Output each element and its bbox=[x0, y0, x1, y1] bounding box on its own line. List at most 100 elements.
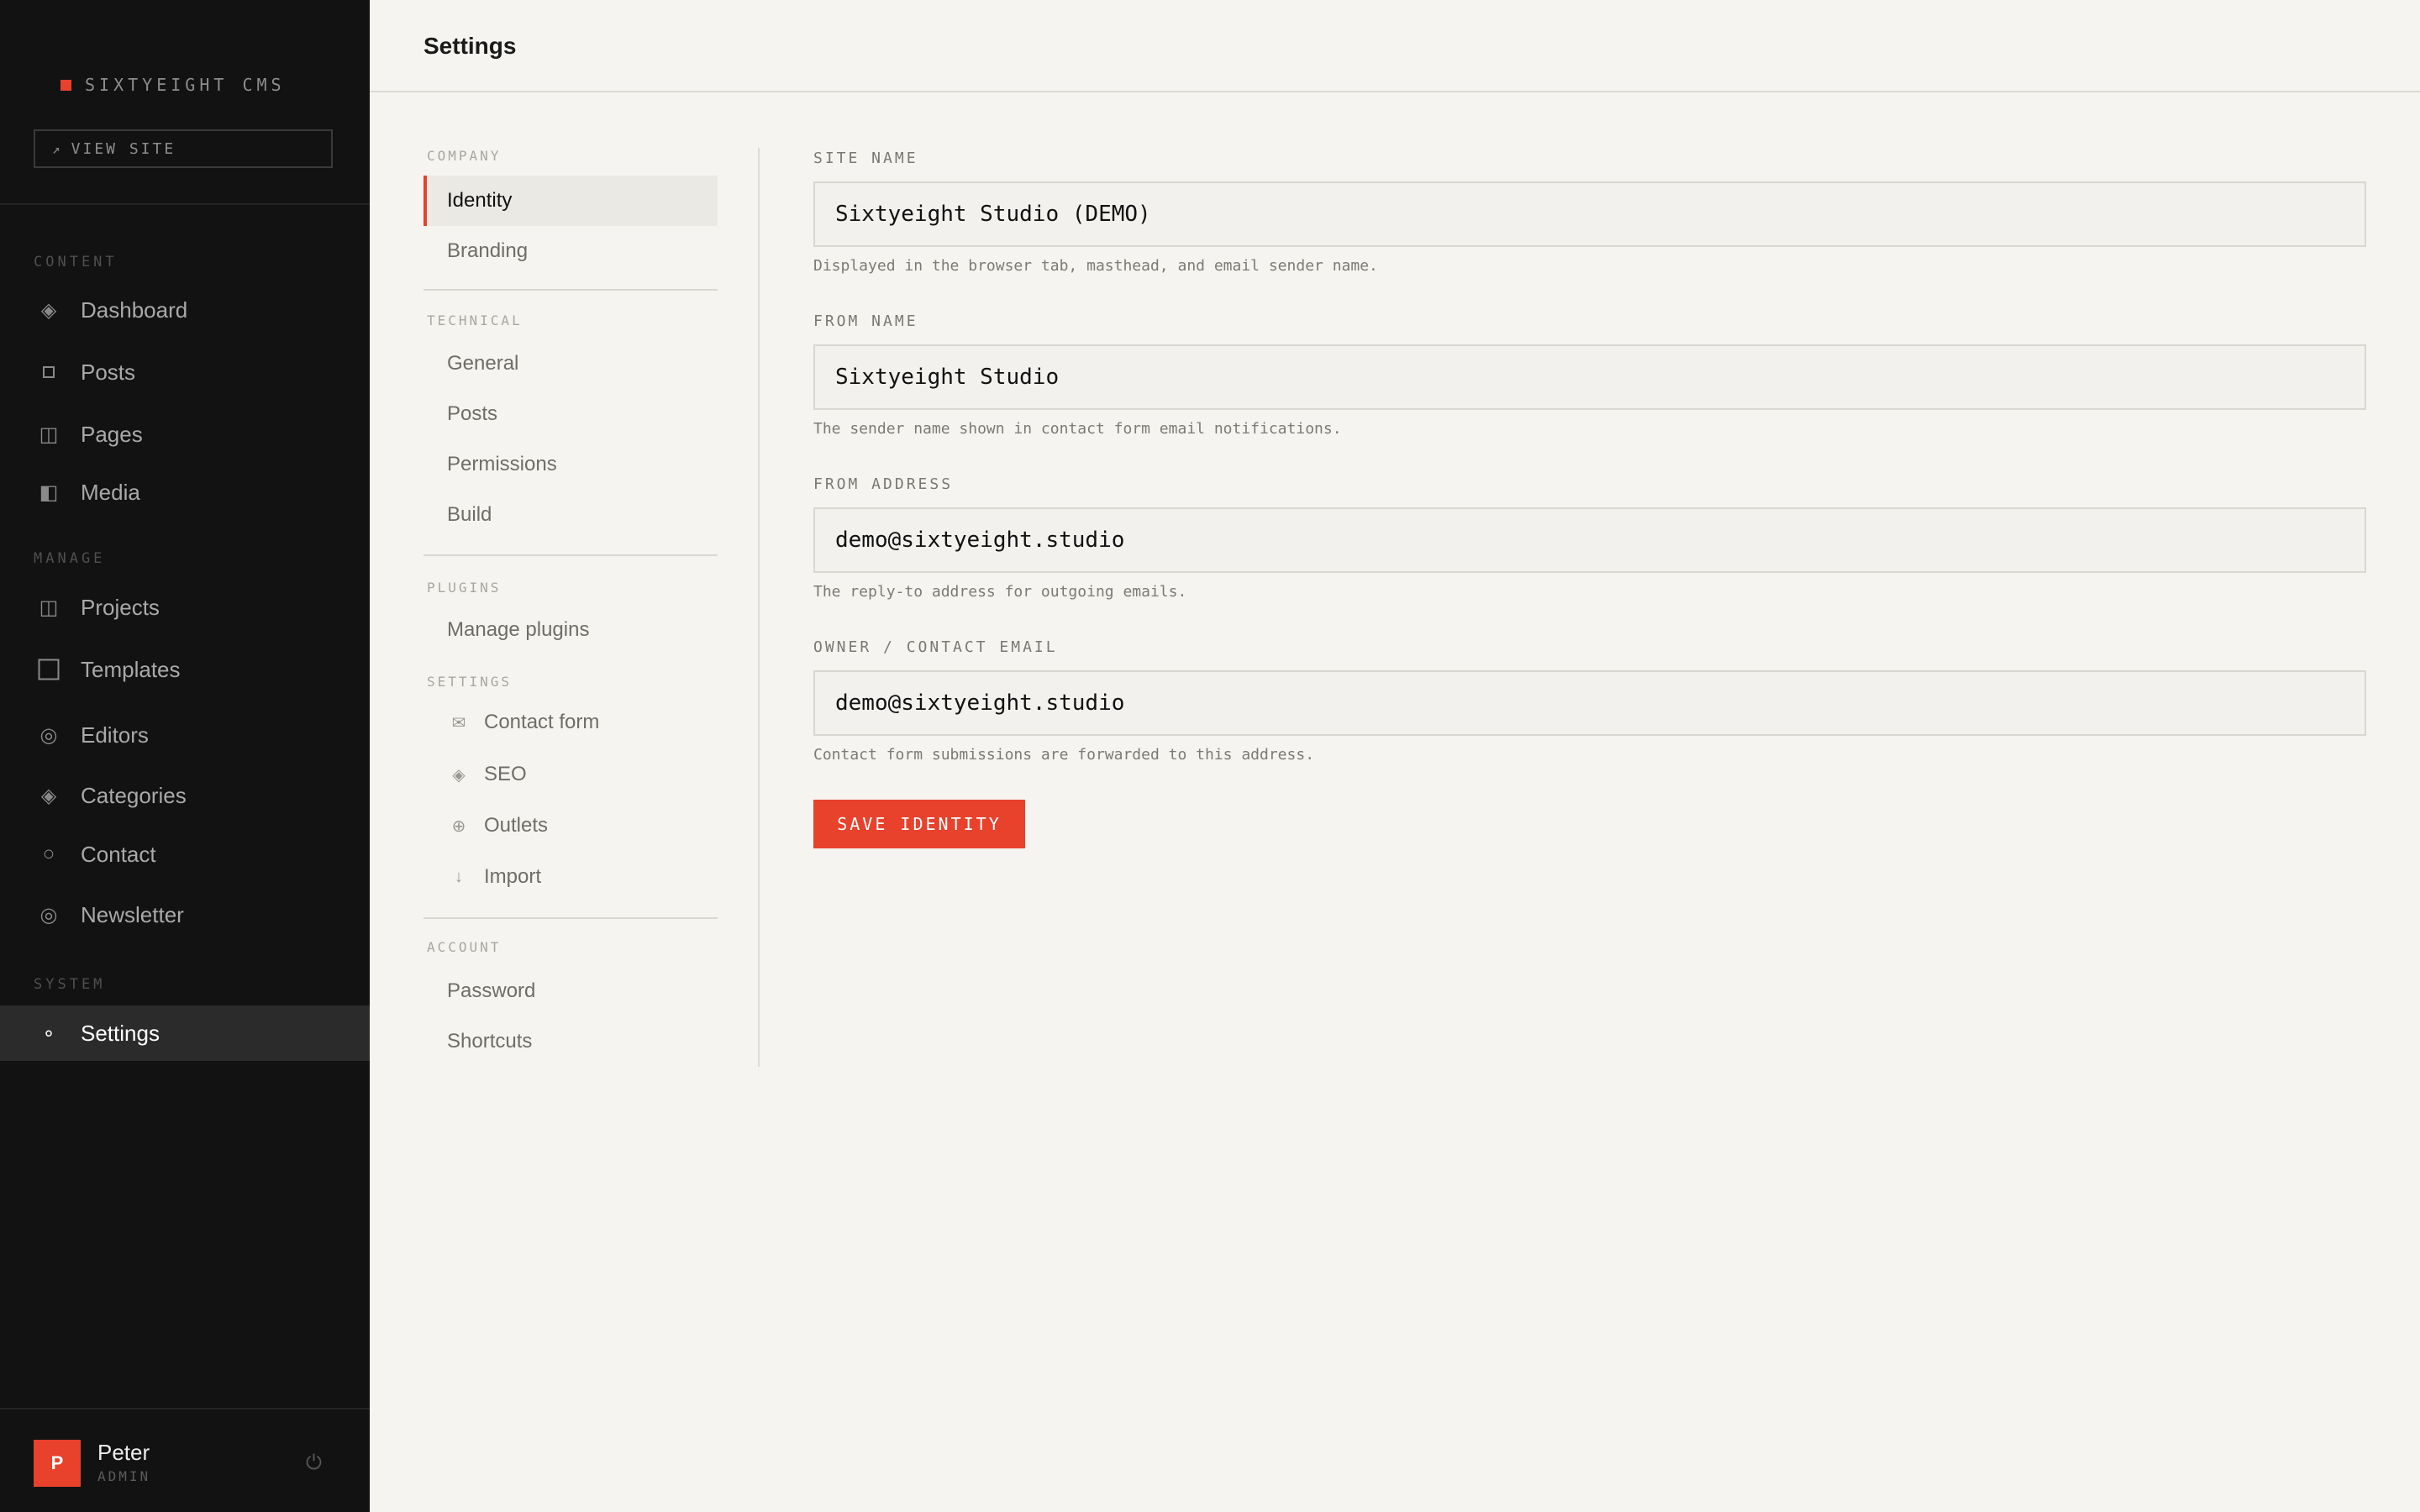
subnav-item-label: Contact form bbox=[484, 711, 600, 733]
subnav-section-company: COMPANY bbox=[427, 148, 502, 164]
sidebar-item-contact[interactable]: ○ Contact bbox=[0, 827, 370, 882]
from-address-input[interactable] bbox=[813, 507, 2366, 573]
sidebar-item-settings[interactable]: ∘ Settings bbox=[0, 1005, 370, 1061]
site-name-input[interactable] bbox=[813, 181, 2366, 247]
sidebar-item-label: Contact bbox=[81, 841, 156, 867]
subnav-item-label: Permissions bbox=[447, 453, 557, 475]
subnav-item-seo[interactable]: ◈ SEO bbox=[424, 749, 718, 800]
topbar: Settings bbox=[370, 0, 2420, 92]
subnav-item-permissions[interactable]: Permissions bbox=[424, 439, 718, 490]
subnav-separator bbox=[758, 148, 760, 1067]
user-role: ADMIN bbox=[97, 1468, 151, 1484]
sidebar-item-categories[interactable]: ◈ Categories bbox=[0, 768, 370, 823]
subnav-divider bbox=[424, 917, 718, 919]
view-site-button[interactable]: ↗ VIEW SITE bbox=[34, 129, 333, 168]
owner-email-input[interactable] bbox=[813, 670, 2366, 736]
subnav-divider bbox=[424, 554, 718, 556]
power-icon[interactable]: ⏻ bbox=[306, 1452, 322, 1475]
subnav-item-identity[interactable]: Identity bbox=[424, 176, 718, 226]
subnav-section-settings: SETTINGS bbox=[427, 674, 513, 690]
subnav-item-manage-plugins[interactable]: Manage plugins bbox=[424, 605, 718, 655]
from-name-label: FROM NAME bbox=[813, 312, 918, 330]
sidebar-item-templates[interactable]: Templates bbox=[0, 642, 370, 697]
sidebar-item-label: Media bbox=[81, 479, 140, 505]
sidebar-item-label: Templates bbox=[81, 656, 181, 682]
sidebar-section-manage: MANAGE bbox=[34, 550, 106, 567]
subnav-item-label: Branding bbox=[447, 239, 529, 262]
subnav-item-outlets[interactable]: ⊕ Outlets bbox=[424, 801, 718, 851]
sidebar-section-system: SYSTEM bbox=[34, 976, 106, 993]
avatar[interactable]: P bbox=[34, 1440, 81, 1487]
user-profile: P Peter ADMIN ⏻ bbox=[0, 1408, 370, 1512]
sidebar-divider bbox=[0, 203, 370, 205]
sidebar-item-label: Pages bbox=[81, 421, 143, 447]
subnav-item-label: Manage plugins bbox=[447, 618, 590, 641]
brand[interactable]: SIXTYEIGHT CMS bbox=[60, 75, 286, 95]
globe-icon: ⊕ bbox=[451, 816, 466, 836]
subnav-item-label: Import bbox=[484, 865, 542, 888]
sidebar-item-dashboard[interactable]: ◈ Dashboard bbox=[0, 282, 370, 338]
sidebar-item-label: Projects bbox=[81, 594, 160, 620]
subnav-section-account: ACCOUNT bbox=[427, 939, 502, 955]
sidebar-item-posts[interactable]: Posts bbox=[0, 344, 370, 400]
columns-icon: ◫ bbox=[39, 423, 59, 446]
subnav-item-label: SEO bbox=[484, 763, 527, 785]
target-icon: ◎ bbox=[39, 903, 58, 927]
sidebar-item-label: Posts bbox=[81, 359, 136, 385]
sidebar-item-label: Categories bbox=[81, 782, 187, 808]
envelope-icon: ✉ bbox=[451, 713, 466, 732]
site-name-help: Displayed in the browser tab, masthead, … bbox=[813, 257, 1378, 275]
subnav-item-label: General bbox=[447, 352, 519, 375]
sidebar-item-projects[interactable]: ◫ Projects bbox=[0, 580, 370, 635]
sidebar-item-pages[interactable]: ◫ Pages bbox=[0, 407, 370, 462]
sidebar-item-label: Dashboard bbox=[81, 297, 188, 323]
subnav-item-contact-form[interactable]: ✉ Contact form bbox=[424, 697, 718, 748]
subnav-item-label: Password bbox=[447, 979, 536, 1002]
sidebar-item-label: Settings bbox=[81, 1020, 160, 1046]
from-name-input[interactable] bbox=[813, 344, 2366, 410]
subnav-item-label: Outlets bbox=[484, 814, 549, 837]
target-icon: ◎ bbox=[39, 723, 58, 747]
subnav-item-label: Identity bbox=[447, 189, 513, 212]
subnav-item-import[interactable]: ↓ Import bbox=[424, 852, 718, 902]
square-icon bbox=[34, 365, 64, 379]
owner-email-label: OWNER / CONTACT EMAIL bbox=[813, 638, 1058, 656]
circle-icon: ○ bbox=[42, 843, 55, 865]
half-square-icon: ◧ bbox=[39, 480, 59, 504]
from-address-label: FROM ADDRESS bbox=[813, 475, 954, 493]
subnav-item-password[interactable]: Password bbox=[424, 966, 718, 1016]
subnav-item-label: Posts bbox=[447, 402, 498, 425]
sidebar-item-newsletter[interactable]: ◎ Newsletter bbox=[0, 887, 370, 942]
subnav-item-posts[interactable]: Posts bbox=[424, 389, 718, 439]
save-identity-button[interactable]: SAVE IDENTITY bbox=[813, 800, 1025, 848]
diamond-icon: ◈ bbox=[40, 298, 57, 322]
sidebar-item-media[interactable]: ◧ Media bbox=[0, 465, 370, 520]
sidebar-item-label: Newsletter bbox=[81, 901, 184, 927]
subnav-section-plugins: PLUGINS bbox=[427, 580, 502, 596]
subnav-item-general[interactable]: General bbox=[424, 339, 718, 389]
subnav-item-label: Build bbox=[447, 503, 492, 526]
subnav-divider bbox=[424, 289, 718, 291]
square-outline-icon bbox=[34, 659, 64, 680]
external-link-icon: ↗ bbox=[52, 140, 63, 157]
page-title: Settings bbox=[424, 33, 517, 59]
brand-logo-icon bbox=[60, 79, 71, 91]
sidebar-item-editors[interactable]: ◎ Editors bbox=[0, 707, 370, 763]
arrow-down-icon: ↓ bbox=[455, 867, 463, 886]
user-name: Peter bbox=[97, 1440, 150, 1465]
columns-icon: ◫ bbox=[39, 596, 59, 619]
subnav-item-shortcuts[interactable]: Shortcuts bbox=[424, 1016, 718, 1067]
sidebar-item-label: Editors bbox=[81, 722, 149, 748]
from-name-help: The sender name shown in contact form em… bbox=[813, 420, 1342, 438]
diamond-icon: ◈ bbox=[452, 765, 466, 785]
owner-email-help: Contact form submissions are forwarded t… bbox=[813, 746, 1315, 764]
subnav-item-branding[interactable]: Branding bbox=[424, 226, 718, 276]
view-site-label: VIEW SITE bbox=[71, 139, 176, 158]
dot-icon: ∘ bbox=[42, 1021, 55, 1045]
subnav-item-build[interactable]: Build bbox=[424, 490, 718, 540]
from-address-help: The reply-to address for outgoing emails… bbox=[813, 583, 1187, 601]
sidebar-section-content: CONTENT bbox=[34, 254, 118, 270]
brand-name: SIXTYEIGHT CMS bbox=[85, 75, 286, 95]
subnav-item-label: Shortcuts bbox=[447, 1030, 533, 1053]
diamond-icon: ◈ bbox=[40, 784, 57, 807]
